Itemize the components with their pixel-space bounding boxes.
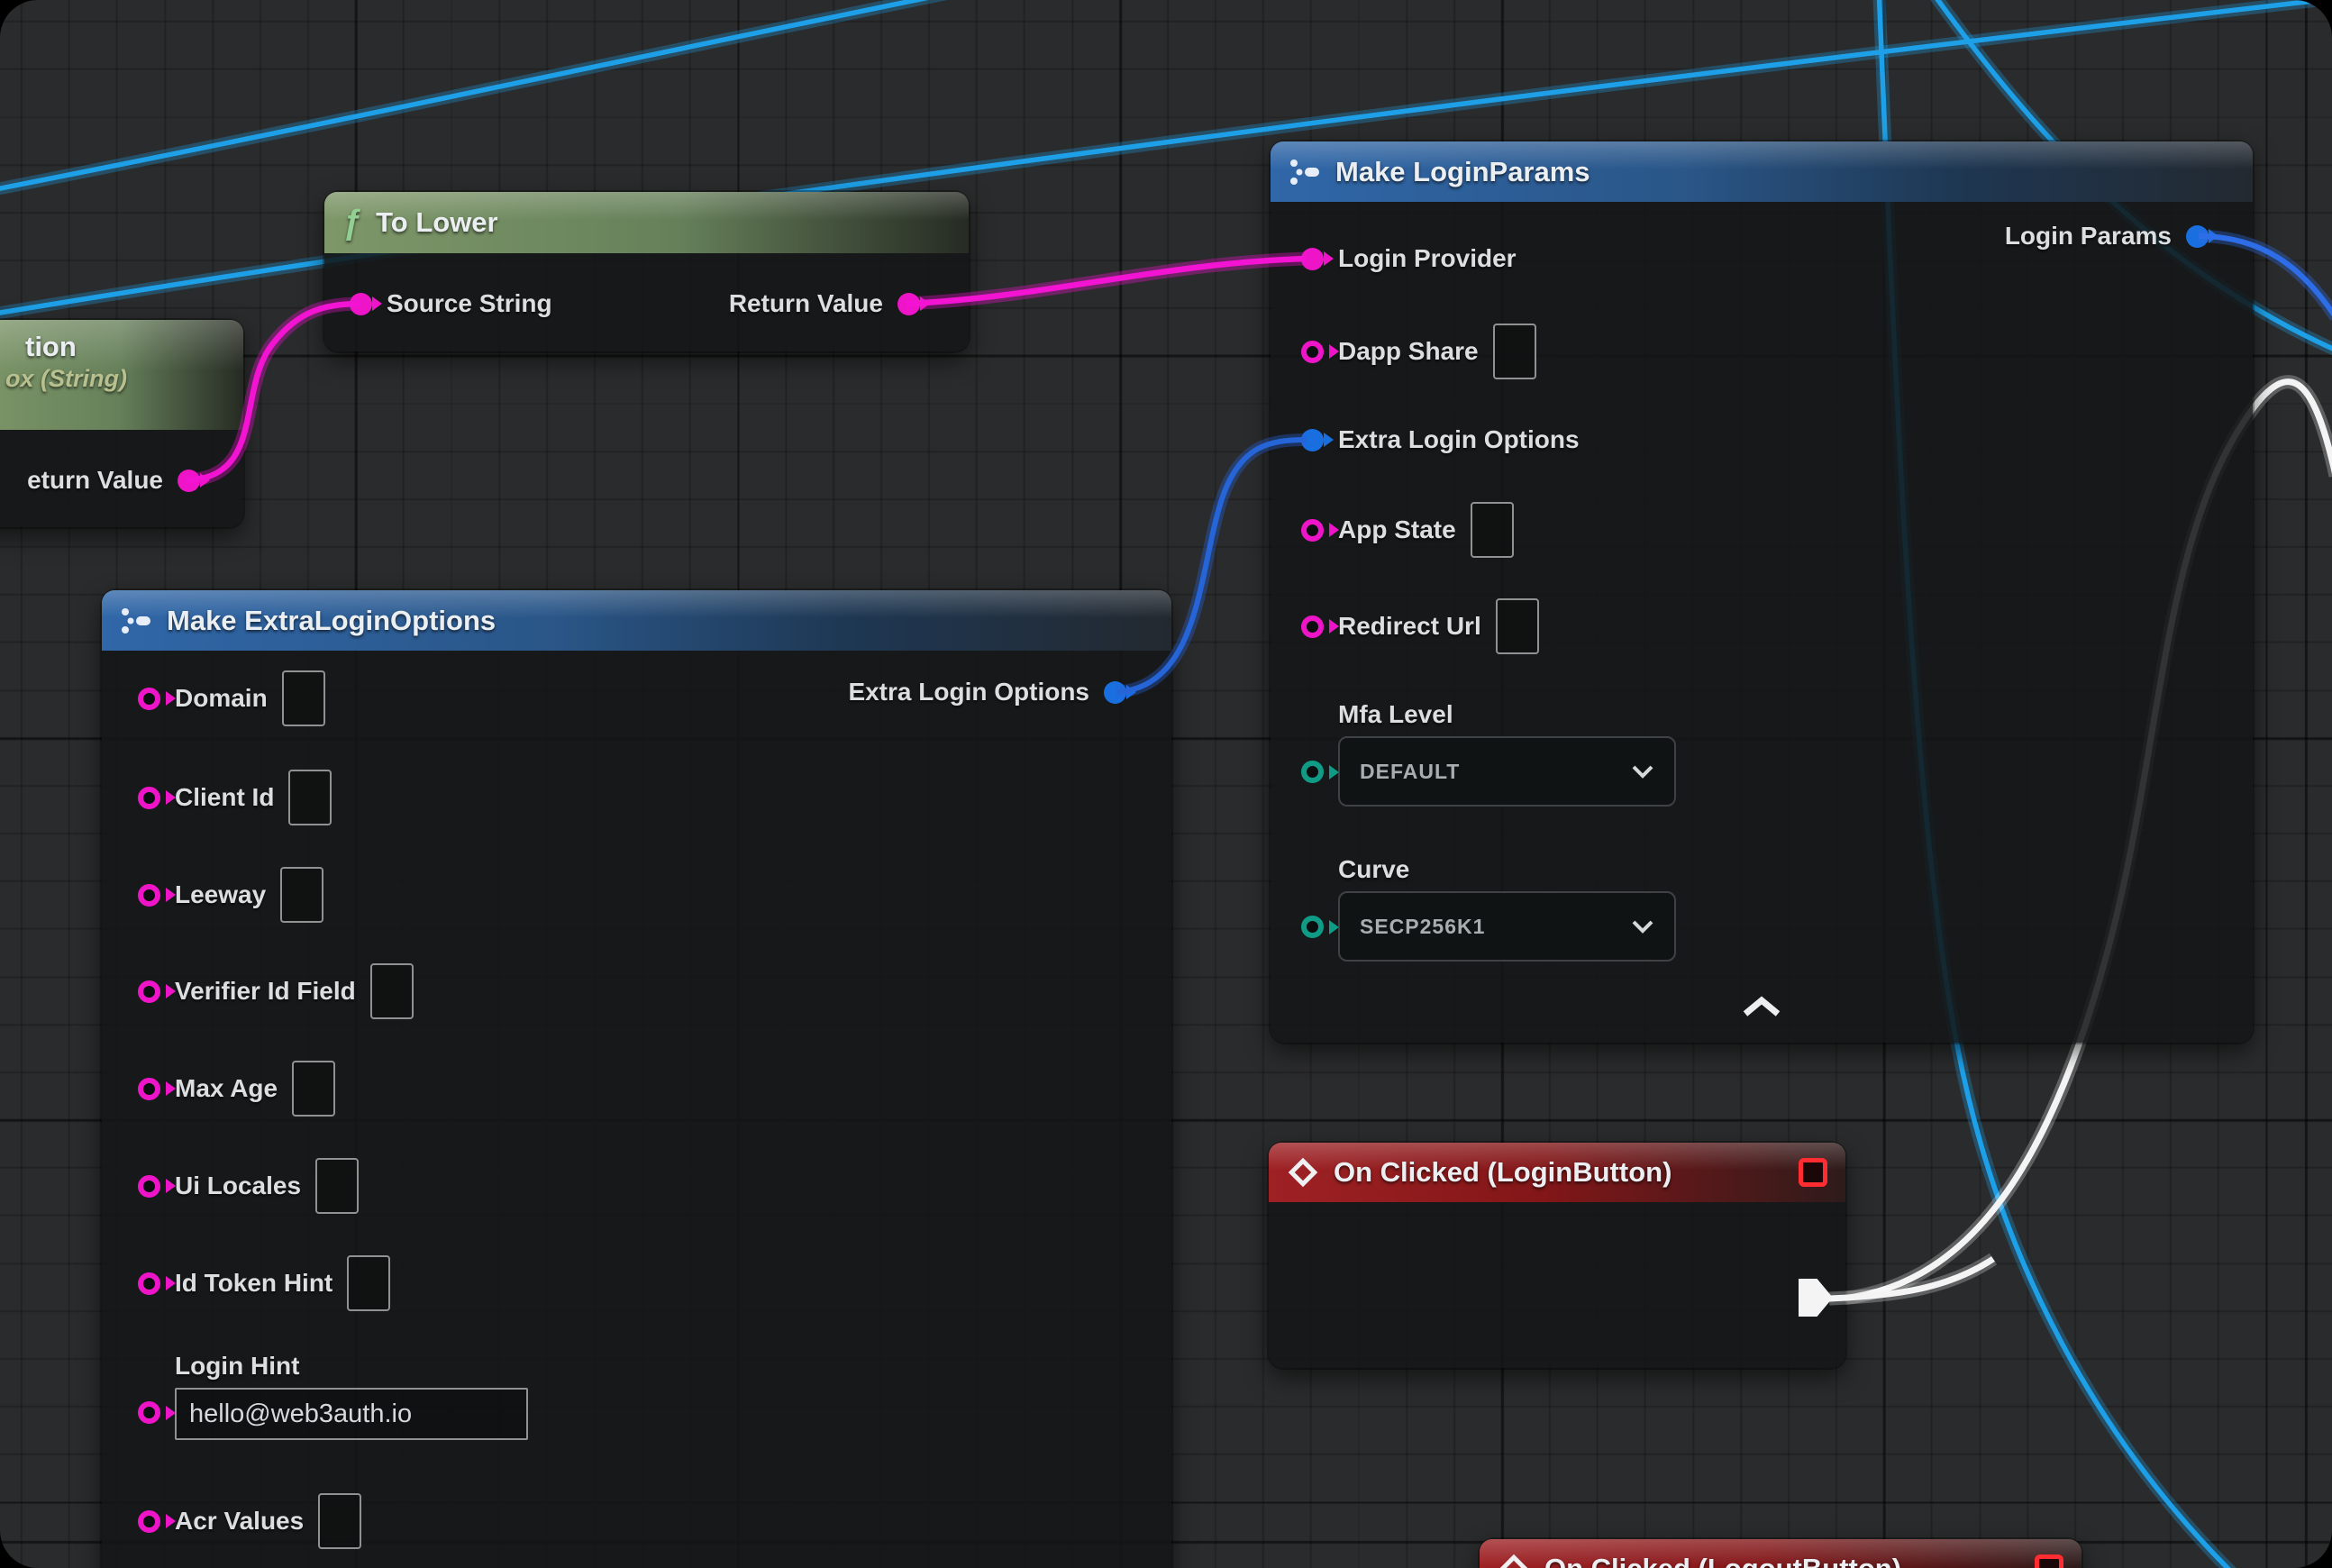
domain-pin[interactable] [138,688,160,710]
curve-pin[interactable] [1301,916,1324,938]
mfa-level-label: Mfa Level [1338,700,1676,729]
node-title: On Clicked (LoginButton) [1334,1156,1672,1189]
login-hint-pin[interactable] [138,1401,160,1424]
node-title: On Clicked (LogoutButton) [1544,1553,1901,1568]
return-value-pin-label: eturn Value [27,466,163,495]
id-token-hint-pin-label: Id Token Hint [175,1269,332,1298]
node-on-clicked-login-button[interactable]: On Clicked (LoginButton) [1269,1143,1845,1368]
acr-values-pin-label: Acr Values [175,1507,304,1536]
node-make-login-params[interactable]: Make LoginParams Login Provider Dapp Sha… [1271,141,2253,1043]
node-title: Make LoginParams [1335,156,1590,188]
acr-values-value-field[interactable] [318,1493,361,1549]
extra-login-options-out-label: Extra Login Options [848,678,1089,707]
mfa-level-dropdown[interactable]: DEFAULT [1338,736,1676,807]
function-icon: ƒ [342,205,361,240]
client-id-pin[interactable] [138,787,160,809]
event-icon [1498,1553,1530,1568]
max-age-pin[interactable] [138,1078,160,1100]
app-state-pin-label: App State [1338,515,1456,544]
redirect-url-value-field[interactable] [1496,598,1539,654]
exec-out-pin[interactable] [1799,1279,1833,1317]
redirect-url-pin[interactable] [1301,615,1324,638]
app-state-value-field[interactable] [1471,502,1514,558]
event-icon [1287,1156,1319,1189]
login-hint-input[interactable] [175,1388,528,1440]
ui-locales-value-field[interactable] [315,1158,359,1214]
chevron-down-icon [1631,764,1654,779]
id-token-hint-pin[interactable] [138,1272,160,1295]
verifier-id-field-pin-label: Verifier Id Field [175,977,356,1006]
node-subtitle-fragment: ox (String) [5,365,127,393]
return-value-pin-label: Return Value [729,289,883,318]
curve-value: SECP256K1 [1360,915,1485,939]
login-provider-pin[interactable] [1301,248,1324,270]
verifier-id-value-field[interactable] [370,963,414,1019]
return-value-pin[interactable] [897,293,920,315]
login-hint-pin-label: Login Hint [175,1352,528,1381]
extra-login-options-in-label: Extra Login Options [1338,425,1580,454]
dapp-share-value-field[interactable] [1493,324,1536,379]
login-provider-pin-label: Login Provider [1338,244,1517,273]
chevron-down-icon [1631,919,1654,934]
node-partial-function[interactable]: tion ox (String) eturn Value [0,320,243,527]
widget-event-icon [2035,1554,2063,1568]
extra-login-options-out-pin[interactable] [1104,681,1126,704]
widget-event-icon [1799,1158,1827,1187]
app-state-pin[interactable] [1301,519,1324,542]
max-age-pin-label: Max Age [175,1074,278,1103]
curve-dropdown[interactable]: SECP256K1 [1338,891,1676,962]
source-string-pin[interactable] [350,293,372,315]
ui-locales-pin[interactable] [138,1175,160,1198]
login-params-out-label: Login Params [2005,222,2172,251]
client-id-value-field[interactable] [288,770,332,825]
login-params-out-pin[interactable] [2186,225,2209,248]
node-on-clicked-logout-button[interactable]: On Clicked (LogoutButton) [1480,1539,2081,1568]
return-value-pin[interactable] [178,469,200,492]
node-title: To Lower [376,206,497,239]
extra-login-options-in-pin[interactable] [1301,429,1324,451]
mfa-level-value: DEFAULT [1360,760,1460,784]
make-struct-icon [1289,159,1321,186]
blueprint-canvas[interactable]: tion ox (String) eturn Value ƒ To Lower … [0,0,2332,1568]
node-make-extra-login-options[interactable]: Make ExtraLoginOptions Domain Client Id … [102,590,1171,1568]
acr-values-pin[interactable] [138,1510,160,1533]
make-struct-icon [120,607,152,634]
leeway-value-field[interactable] [280,867,323,923]
curve-label: Curve [1338,855,1676,884]
redirect-url-pin-label: Redirect Url [1338,612,1481,641]
ui-locales-pin-label: Ui Locales [175,1171,301,1200]
domain-pin-label: Domain [175,684,268,713]
max-age-value-field[interactable] [292,1061,335,1117]
client-id-pin-label: Client Id [175,783,274,812]
node-to-lower[interactable]: ƒ To Lower Source String Return Value [324,192,969,351]
verifier-id-field-pin[interactable] [138,980,160,1003]
node-title: Make ExtraLoginOptions [167,605,496,637]
dapp-share-pin-label: Dapp Share [1338,337,1479,366]
domain-value-field[interactable] [282,670,325,726]
leeway-pin[interactable] [138,884,160,907]
leeway-pin-label: Leeway [175,880,266,909]
collapse-advanced-pins-button[interactable] [1742,996,1781,1017]
mfa-level-pin[interactable] [1301,761,1324,783]
node-title-fragment: tion [25,331,77,363]
source-string-pin-label: Source String [387,289,552,318]
id-token-hint-value-field[interactable] [347,1255,390,1311]
dapp-share-pin[interactable] [1301,341,1324,363]
